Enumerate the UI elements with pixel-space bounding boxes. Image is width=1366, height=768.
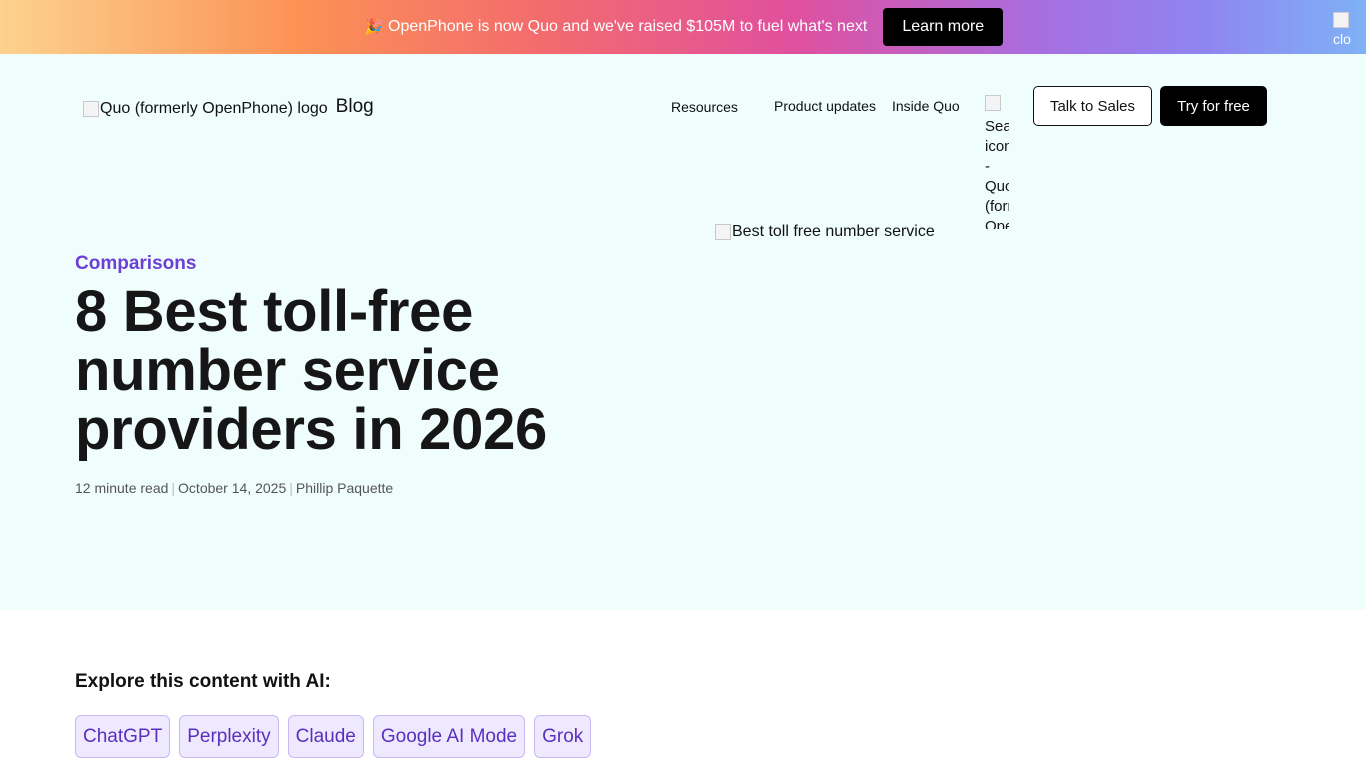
article-meta: 12 minute read | October 14, 2025 | Phillip …	[75, 480, 393, 496]
hero-image: Best toll free number service	[715, 223, 935, 241]
ai-option-chatgpt[interactable]: ChatGPT	[75, 715, 171, 758]
banner-content: 🎉 OpenPhone is now Quo and we've raised …	[364, 8, 1004, 46]
author-name: Phillip Paquette	[295, 480, 394, 496]
search-icon[interactable]: Search icon - Quo (formerly OpenPhone)	[985, 95, 1009, 229]
broken-image-icon	[985, 95, 1001, 111]
ai-options: ChatGPT Perplexity Claude Google AI Mode…	[75, 715, 600, 758]
nav-resources[interactable]: Resources	[671, 99, 738, 115]
explore-ai-title: Explore this content with AI:	[75, 671, 331, 692]
ai-option-claude[interactable]: Claude	[287, 715, 364, 758]
broken-image-icon	[83, 101, 99, 117]
logo-alt-text: Quo (formerly OpenPhone) logo	[100, 100, 328, 117]
read-time: 12 minute read	[75, 480, 169, 496]
nav-product-updates[interactable]: Product updates	[774, 98, 876, 114]
talk-to-sales-button[interactable]: Talk to Sales	[1033, 86, 1152, 126]
ai-option-google-ai-mode[interactable]: Google AI Mode	[372, 715, 526, 758]
close-icon[interactable]: clo	[1333, 12, 1363, 48]
ai-option-perplexity[interactable]: Perplexity	[179, 715, 279, 758]
site-logo-link[interactable]: Quo (formerly OpenPhone) logo Blog	[83, 96, 374, 118]
hero-image-alt: Best toll free number service	[732, 223, 935, 240]
nav-inside-quo[interactable]: Inside Quo	[892, 98, 960, 114]
announcement-banner: 🎉 OpenPhone is now Quo and we've raised …	[0, 0, 1366, 54]
broken-image-icon	[715, 224, 731, 240]
broken-image-icon	[1333, 12, 1349, 28]
blog-label: Blog	[335, 96, 374, 117]
party-icon: 🎉	[364, 19, 383, 36]
article-category[interactable]: Comparisons	[75, 253, 196, 275]
try-for-free-button[interactable]: Try for free	[1160, 86, 1267, 126]
banner-text: OpenPhone is now Quo and we've raised $1…	[388, 18, 868, 35]
ai-option-grok[interactable]: Grok	[534, 715, 592, 758]
article-title: 8 Best toll-free number service provider…	[75, 279, 548, 462]
meta-separator: |	[171, 480, 176, 496]
search-icon-alt: Search icon - Quo (formerly OpenPhone)	[985, 118, 1009, 229]
logo-image: Quo (formerly OpenPhone) logo	[83, 100, 328, 118]
publish-date: October 14, 2025	[178, 480, 287, 496]
learn-more-button[interactable]: Learn more	[883, 8, 1004, 46]
close-image-alt: clo	[1333, 31, 1351, 47]
meta-separator: |	[289, 480, 293, 496]
